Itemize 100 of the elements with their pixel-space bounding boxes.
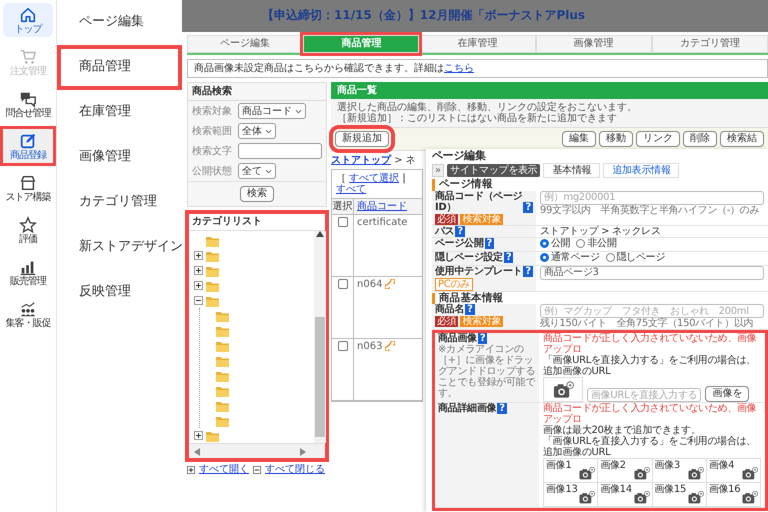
image-upload-tile[interactable]: 画像1 xyxy=(544,459,598,484)
expand-icon[interactable] xyxy=(187,466,195,474)
table-cell: n063 xyxy=(357,341,382,352)
menu-item[interactable]: 新ストアデザイン xyxy=(57,225,182,270)
collapse-icon[interactable] xyxy=(253,466,261,474)
expand-icon[interactable] xyxy=(194,266,203,275)
dropdown[interactable]: 商品コード xyxy=(238,103,306,119)
note-text: ※カメラアイコンの［+］に画像をドラッグアンドドロップすることでも登録が可能です。 xyxy=(438,344,536,400)
search-field[interactable] xyxy=(238,143,322,159)
tab[interactable]: 基本情報 xyxy=(543,163,600,178)
collapse-all-link[interactable]: すべて閉じる xyxy=(265,464,325,475)
image-upload-tile[interactable]: 画像3 xyxy=(652,459,707,484)
radio-option[interactable]: 通常ページ xyxy=(540,252,600,263)
breadcrumb-link[interactable]: ストアトップ xyxy=(331,155,391,166)
sidebar-item[interactable]: 集客・販促 xyxy=(3,297,53,331)
window-title: ページ編集 xyxy=(432,149,487,164)
scroll-right-icon[interactable] xyxy=(300,448,306,456)
image-upload-tile[interactable]: 画像2 xyxy=(598,459,652,484)
tab[interactable]: 追加表示情報 xyxy=(603,163,680,178)
expand-icon[interactable] xyxy=(194,431,203,440)
select-all-link[interactable]: すべて選択 xyxy=(349,173,400,184)
expand-all-link[interactable]: すべて開く xyxy=(199,464,249,475)
scroll-left-icon[interactable] xyxy=(194,448,200,456)
field-label: 検索範囲 xyxy=(192,126,233,136)
search-button[interactable]: 検索 xyxy=(240,186,274,202)
image-upload-tile[interactable]: 画像16 xyxy=(706,483,761,508)
menu-item[interactable]: 商品管理 xyxy=(57,45,182,90)
menu-item[interactable]: 反映管理 xyxy=(57,270,182,315)
image-upload-tile[interactable]: 画像14 xyxy=(598,483,652,508)
scrollbar[interactable] xyxy=(314,231,326,443)
star-icon xyxy=(19,216,37,234)
help-icon[interactable]: ? xyxy=(465,304,475,316)
action-button[interactable]: 編集 xyxy=(562,131,596,147)
help-icon[interactable]: ? xyxy=(484,238,494,249)
action-button[interactable]: 削除 xyxy=(683,131,717,147)
hint-text: 99文字以内 半角英数字と半角ハイフン（-）のみ xyxy=(540,204,760,216)
scrollbar-thumb[interactable] xyxy=(315,317,325,437)
image-upload-tile[interactable]: 画像4 xyxy=(706,459,761,484)
camera-icon xyxy=(741,490,758,506)
row-checkbox[interactable] xyxy=(338,341,348,351)
tab[interactable]: 画像管理 xyxy=(536,35,652,53)
collapse-icon[interactable] xyxy=(194,296,203,305)
row-checkbox[interactable] xyxy=(338,217,348,227)
storefront-icon xyxy=(19,174,37,192)
image-upload-tile[interactable] xyxy=(543,377,583,402)
bracket-text: ［ xyxy=(336,173,347,184)
info-text: 「画像URLを直接入力する」をご利用の場合は、追加画像のURL xyxy=(543,355,757,378)
menu-item[interactable]: ページ編集 xyxy=(57,0,182,45)
scroll-up-icon[interactable] xyxy=(316,231,324,237)
help-icon[interactable]: ? xyxy=(497,403,507,414)
image-button[interactable]: 画像を xyxy=(705,386,750,402)
expand-icon[interactable] xyxy=(194,251,203,260)
help-icon[interactable]: ? xyxy=(523,202,533,213)
expand-icon[interactable] xyxy=(194,281,203,290)
sitemap-button[interactable]: » xyxy=(432,164,444,178)
dropdown[interactable]: 商品ページ3 xyxy=(540,266,764,280)
sidebar-item[interactable]: ストア構築 xyxy=(3,171,53,205)
tab[interactable]: 在庫管理 xyxy=(419,35,536,53)
camera-icon xyxy=(578,490,596,506)
row-checkbox[interactable] xyxy=(338,279,348,289)
sidebar-item[interactable]: 商品登録 xyxy=(3,129,53,163)
image-upload-tile[interactable]: 画像13 xyxy=(544,483,598,508)
camera-icon xyxy=(686,466,704,482)
menu-item[interactable]: 画像管理 xyxy=(57,135,182,180)
dropdown[interactable]: 全て xyxy=(238,163,276,179)
sidebar-item[interactable]: 評価 xyxy=(3,213,53,247)
panel-title: 商品検索 xyxy=(188,83,326,101)
link-icon[interactable] xyxy=(385,341,396,352)
help-icon[interactable]: ? xyxy=(523,266,533,277)
action-button[interactable]: 移動 xyxy=(599,131,633,147)
scrollbar[interactable] xyxy=(188,443,326,459)
chevron-icon xyxy=(265,128,272,134)
help-icon[interactable]: ? xyxy=(478,333,488,344)
field-label: 商品詳細画像 xyxy=(438,403,496,414)
field-label: 検索対象 xyxy=(192,106,233,116)
sidebar-item[interactable]: 販売管理 xyxy=(3,255,53,289)
help-icon[interactable]: ? xyxy=(455,226,465,237)
radio-option[interactable]: 非公開 xyxy=(576,238,617,249)
help-icon[interactable]: ? xyxy=(504,252,514,263)
link-icon[interactable] xyxy=(385,279,396,290)
menu-item[interactable]: カテゴリ管理 xyxy=(57,180,182,225)
tab[interactable]: カテゴリ管理 xyxy=(652,35,768,53)
dropdown[interactable]: 全体 xyxy=(238,123,276,139)
image-upload-tile[interactable]: 画像15 xyxy=(652,483,707,508)
slot-label: 画像4 xyxy=(708,460,734,472)
sidebar-item[interactable]: 問合せ管理 xyxy=(3,87,53,121)
camera-icon xyxy=(686,490,704,506)
column-header[interactable]: 商品コード xyxy=(357,201,407,212)
sidebar-item[interactable]: トップ xyxy=(3,3,53,37)
slot-label: 画像2 xyxy=(600,460,626,472)
table-cell: certificate xyxy=(357,217,408,228)
details-link[interactable]: こちら xyxy=(444,63,474,74)
select-link[interactable]: すべて xyxy=(336,184,366,195)
action-button[interactable]: リンク xyxy=(636,131,680,147)
menu-item[interactable]: 在庫管理 xyxy=(57,90,182,135)
radio-option[interactable]: 公開 xyxy=(540,238,570,249)
radio-option[interactable]: 隠しページ xyxy=(606,252,666,263)
slot-label: 画像14 xyxy=(600,484,632,496)
info-text: 画像は最大20枚まで追加できます。 xyxy=(543,425,701,436)
action-button[interactable]: 検索結 xyxy=(720,131,764,147)
